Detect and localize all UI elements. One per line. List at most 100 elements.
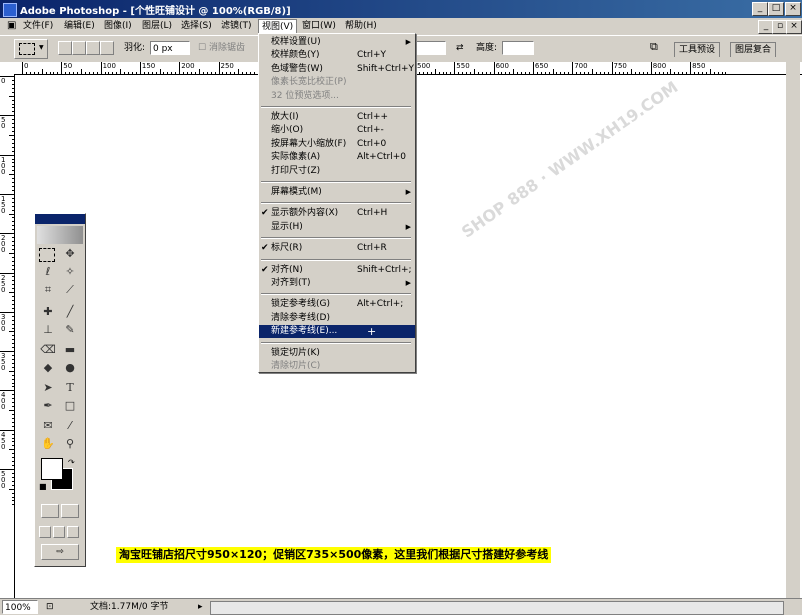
vertical-ruler[interactable]: 0 5 0 1 0 0 1 5 0 2 0 0 2 5 0 3 0 0 3 5 0 4 0 0 4…: [0, 74, 15, 598]
new-selection-button[interactable]: [58, 41, 72, 55]
minimize-button[interactable]: _: [752, 2, 768, 16]
add-selection-button[interactable]: [72, 41, 86, 55]
status-icon[interactable]: ⊡: [46, 600, 54, 614]
menu-item[interactable]: 打印尺寸(Z): [259, 165, 415, 178]
v-ruler-tick: [12, 229, 14, 231]
stamp-tool-icon[interactable]: ⊥: [39, 322, 57, 338]
menu-item[interactable]: 32 位预览选项...: [259, 90, 415, 103]
document-icon[interactable]: ▣: [4, 19, 19, 33]
menu-item[interactable]: 校样设置(U) ▶: [259, 36, 415, 49]
screen-mode-full-button[interactable]: [67, 526, 79, 538]
file-browser-icon[interactable]: ⧉: [650, 40, 658, 54]
toolbox-titlebar[interactable]: [35, 214, 85, 224]
feather-input[interactable]: 0 px: [150, 41, 190, 55]
menu-file[interactable]: 文件(F): [20, 19, 56, 33]
menu-item-shortcut: Ctrl+-: [357, 125, 384, 136]
brush-tool-icon[interactable]: ╱: [61, 304, 79, 320]
h-ruler-tick: [517, 72, 519, 74]
menu-edit[interactable]: 编辑(E): [61, 19, 98, 33]
tab-tool-presets[interactable]: 工具预设: [674, 42, 721, 57]
path-select-icon[interactable]: ➤: [39, 380, 57, 396]
maximize-button[interactable]: □: [768, 2, 784, 16]
menu-layer[interactable]: 图层(L): [139, 19, 175, 33]
slice-tool-icon[interactable]: ⟋: [61, 282, 79, 298]
menu-item[interactable]: 按屏幕大小缩放(F) Ctrl+0: [259, 138, 415, 151]
h-ruler-tick: [234, 72, 236, 74]
blur-tool-icon[interactable]: ◆: [39, 360, 57, 376]
quickmask-mode-button[interactable]: [61, 504, 79, 518]
doc-info-arrow-icon[interactable]: ▸: [198, 600, 203, 614]
move-tool-icon[interactable]: ✥: [61, 246, 79, 262]
feather-logo-icon[interactable]: [37, 226, 83, 244]
tool-preset-picker[interactable]: ▼: [14, 39, 48, 59]
swap-icon[interactable]: ⇄: [456, 41, 464, 55]
menu-filter[interactable]: 滤镜(T): [218, 19, 255, 33]
default-colors-icon[interactable]: ■: [39, 482, 47, 491]
antialias-checkbox[interactable]: ☐ 消除锯齿: [198, 41, 245, 55]
menu-item[interactable]: 放大(I) Ctrl++: [259, 111, 415, 124]
shape-tool-icon[interactable]: □: [61, 398, 79, 414]
foreground-color-swatch[interactable]: [41, 458, 63, 480]
jump-to-imageready-button[interactable]: ⇨: [41, 544, 79, 560]
menu-item[interactable]: 新建参考线(E)... +: [259, 325, 415, 339]
menu-item[interactable]: 缩小(O) Ctrl+-: [259, 124, 415, 137]
pen-tool-icon[interactable]: ✒: [39, 398, 57, 414]
menu-item[interactable]: 显示(H) ▶: [259, 221, 415, 234]
menu-window[interactable]: 窗口(W): [299, 19, 339, 33]
subtract-selection-button[interactable]: [86, 41, 100, 55]
menu-item[interactable]: 像素长宽比校正(P): [259, 76, 415, 89]
notes-tool-icon[interactable]: ✉: [39, 418, 57, 434]
photoshop-app-icon[interactable]: [3, 3, 17, 17]
menu-item[interactable]: 色域警告(W) Shift+Ctrl+Y: [259, 63, 415, 76]
menu-item[interactable]: 对齐到(T) ▶: [259, 277, 415, 290]
menu-image[interactable]: 图像(I): [101, 19, 135, 33]
intersect-selection-button[interactable]: [100, 41, 114, 55]
type-tool-icon[interactable]: T: [61, 380, 79, 396]
menu-select[interactable]: 选择(S): [178, 19, 215, 33]
screen-mode-standard-button[interactable]: [39, 526, 51, 538]
vertical-scrollbar[interactable]: [786, 62, 800, 598]
healing-brush-icon[interactable]: ✚: [39, 304, 57, 320]
v-ruler-tick: [9, 95, 14, 97]
v-ruler-label: 4 0 0: [1, 391, 6, 412]
menu-view[interactable]: 视图(V): [258, 19, 298, 34]
menu-item[interactable]: 清除切片(C): [259, 360, 415, 373]
menu-item[interactable]: 锁定切片(K): [259, 347, 415, 360]
v-ruler-tick: [12, 248, 14, 250]
history-brush-icon[interactable]: ✎: [61, 322, 79, 338]
dodge-tool-icon[interactable]: ●: [61, 360, 79, 376]
menu-help[interactable]: 帮助(H): [342, 19, 380, 33]
v-ruler-tick: [12, 492, 14, 494]
marquee-tool-icon[interactable]: [39, 248, 55, 262]
height-input[interactable]: [502, 41, 534, 55]
zoom-tool-icon[interactable]: ⚲: [61, 436, 79, 452]
screen-mode-menu-button[interactable]: [53, 526, 65, 538]
zoom-input[interactable]: 100%: [2, 600, 38, 614]
v-ruler-tick: [12, 268, 14, 270]
menu-item[interactable]: 屏幕模式(M) ▶: [259, 186, 415, 199]
width-input[interactable]: [416, 41, 446, 55]
menu-item[interactable]: ✔ 对齐(N) Shift+Ctrl+;: [259, 264, 415, 277]
gradient-tool-icon[interactable]: ▬: [61, 342, 79, 358]
lasso-tool-icon[interactable]: ℓ: [39, 264, 57, 280]
v-ruler-tick: [0, 154, 14, 156]
crop-tool-icon[interactable]: ⌗: [39, 282, 57, 298]
horizontal-scrollbar[interactable]: [210, 601, 784, 615]
close-button[interactable]: ×: [785, 2, 801, 16]
menu-separator: [261, 106, 411, 108]
magic-wand-icon[interactable]: ✧: [61, 264, 79, 280]
standard-mode-button[interactable]: [41, 504, 59, 518]
menu-item[interactable]: 锁定参考线(G) Alt+Ctrl+;: [259, 298, 415, 311]
hand-tool-icon[interactable]: ✋: [39, 436, 57, 452]
tab-layer-comps[interactable]: 图层复合: [730, 42, 777, 57]
doc-close-button[interactable]: ×: [786, 20, 802, 34]
menu-item[interactable]: 清除参考线(D): [259, 312, 415, 325]
menu-item[interactable]: ✔ 标尺(R) Ctrl+R: [259, 242, 415, 255]
eyedropper-icon[interactable]: ⁄: [61, 418, 79, 434]
menu-item[interactable]: 实际像素(A) Alt+Ctrl+0: [259, 151, 415, 164]
menu-item[interactable]: 校样颜色(Y) Ctrl+Y: [259, 49, 415, 62]
view-menu-dropdown: 校样设置(U) ▶ 校样颜色(Y) Ctrl+Y 色域警告(W) Shift+Ctrl+Y…: [258, 33, 416, 373]
swap-colors-icon[interactable]: ↷: [68, 458, 75, 467]
menu-item[interactable]: ✔ 显示额外内容(X) Ctrl+H: [259, 207, 415, 220]
eraser-tool-icon[interactable]: ⌫: [39, 342, 57, 358]
